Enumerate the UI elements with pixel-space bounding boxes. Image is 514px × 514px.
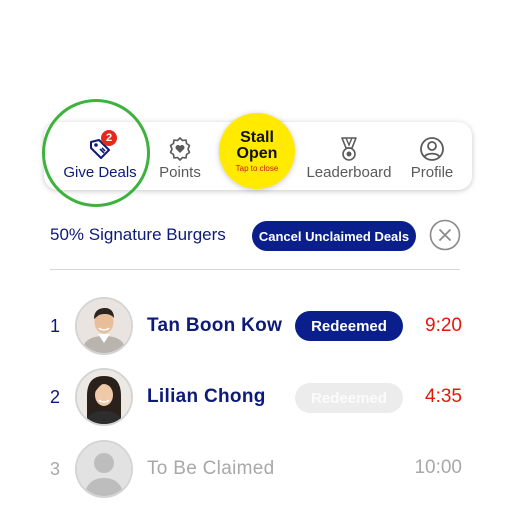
claim-row: 1 Tan Boon Kow Redeemed 9:20 <box>0 294 514 358</box>
avatar <box>75 297 133 355</box>
divider <box>50 269 460 270</box>
heart-badge-icon <box>167 136 193 162</box>
redeemed-badge: Redeemed <box>295 311 403 341</box>
time-remaining: 9:20 <box>425 315 462 336</box>
notification-badge: 2 <box>101 130 117 146</box>
claim-row: 3 To Be Claimed 10:00 <box>0 438 514 502</box>
stall-label: Stall <box>240 128 274 146</box>
tab-points[interactable]: Points <box>154 136 206 186</box>
tag-icon: 2 <box>87 130 117 162</box>
close-circle-icon[interactable] <box>429 219 461 251</box>
claimer-name: To Be Claimed <box>147 458 275 479</box>
stall-open-button[interactable]: Stall Open Tap to close <box>219 113 295 189</box>
tab-give-deals-label: Give Deals <box>63 164 137 181</box>
tab-leaderboard[interactable]: Leaderboard <box>302 136 396 186</box>
row-number: 2 <box>50 387 61 407</box>
row-number: 3 <box>50 459 61 479</box>
user-circle-icon <box>419 136 445 162</box>
tab-give-deals[interactable]: 2 Give Deals <box>58 130 142 186</box>
claim-row: 2 Lilian Chong Redeemed 4:35 <box>0 366 514 430</box>
deal-title: 50% Signature Burgers <box>50 225 226 244</box>
tab-profile[interactable]: Profile <box>406 136 458 186</box>
redeemed-badge-inactive: Redeemed <box>295 383 403 413</box>
time-remaining: 10:00 <box>414 457 462 478</box>
tab-leaderboard-label: Leaderboard <box>306 164 392 181</box>
tab-points-label: Points <box>159 164 201 181</box>
claimer-name: Tan Boon Kow <box>147 315 283 336</box>
open-label: Open <box>236 144 278 162</box>
avatar <box>75 368 133 426</box>
tap-to-close-label: Tap to close <box>235 163 279 173</box>
claimer-name: Lilian Chong <box>147 386 266 407</box>
time-remaining: 4:35 <box>425 386 462 407</box>
medal-icon <box>336 136 362 162</box>
tab-profile-label: Profile <box>410 164 454 181</box>
cancel-unclaimed-deals-button[interactable]: Cancel Unclaimed Deals <box>252 221 416 251</box>
avatar-placeholder <box>75 440 133 498</box>
row-number: 1 <box>50 316 61 336</box>
